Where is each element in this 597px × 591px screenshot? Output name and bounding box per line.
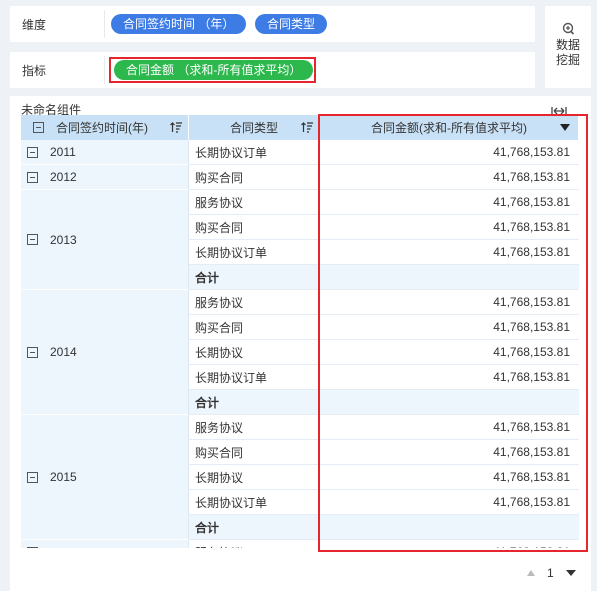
- value-cell: 41,768,153.81: [320, 440, 579, 465]
- pivot-table: 合同签约时间(年) 合同类型 合同金额(求和-所有值求平均) 2011 长期协议订…: [21, 115, 579, 548]
- value-cell: 41,768,153.81: [320, 490, 579, 515]
- type-cell: 购买合同: [189, 215, 320, 240]
- metric-field-amount[interactable]: 合同金额 （求和-所有值求平均）: [114, 60, 314, 80]
- type-cell: 服务协议: [189, 290, 320, 315]
- header-year-label: 合同签约时间(年): [56, 121, 148, 135]
- year-group-cell: 2012: [21, 165, 189, 190]
- collapse-all-icon[interactable]: [33, 122, 44, 133]
- value-cell: 41,768,153.81: [320, 365, 579, 390]
- header-year[interactable]: 合同签约时间(年): [21, 115, 189, 140]
- collapse-icon[interactable]: [27, 546, 38, 548]
- type-cell: 服务协议: [189, 540, 320, 548]
- type-cell: 购买合同: [189, 165, 320, 190]
- sort-icon[interactable]: [170, 122, 182, 133]
- prev-page-icon[interactable]: [527, 570, 535, 576]
- type-cell: 购买合同: [189, 315, 320, 340]
- collapse-icon[interactable]: [27, 146, 38, 158]
- value-cell: 41,768,153.81: [320, 540, 579, 548]
- type-cell: 长期协议: [189, 465, 320, 490]
- value-cell: 41,768,153.81: [320, 140, 579, 165]
- type-cell: 购买合同: [189, 440, 320, 465]
- type-cell: 长期协议订单: [189, 490, 320, 515]
- year-label: 2015: [50, 470, 77, 484]
- subtotal-value: [320, 515, 579, 540]
- value-cell: 41,768,153.81: [320, 465, 579, 490]
- page-dropdown-icon[interactable]: [565, 570, 576, 576]
- value-cell: 41,768,153.81: [320, 240, 579, 265]
- value-cell: 41,768,153.81: [320, 340, 579, 365]
- value-cell: 41,768,153.81: [320, 290, 579, 315]
- header-value[interactable]: 合同金额(求和-所有值求平均): [320, 115, 579, 140]
- value-cell: 41,768,153.81: [320, 165, 579, 190]
- data-mining-label: 数据挖掘: [555, 38, 580, 67]
- year-label: 2012: [50, 170, 77, 184]
- type-cell: 长期协议: [189, 340, 320, 365]
- metric-label: 指标: [22, 63, 47, 78]
- value-cell: 41,768,153.81: [320, 215, 579, 240]
- value-cell: 41,768,153.81: [320, 415, 579, 440]
- header-type-label: 合同类型: [229, 121, 278, 135]
- subtotal-value: [320, 265, 579, 290]
- year-label: 2011: [50, 145, 76, 159]
- subtotal-label: 合计: [189, 390, 320, 415]
- dimension-panel: 维度 合同签约时间 （年） 合同类型: [10, 6, 535, 42]
- data-mining-button[interactable]: 数据挖掘: [545, 6, 591, 88]
- year-group-cell: [21, 540, 189, 548]
- data-mining-icon: [562, 22, 575, 35]
- dimension-field-type[interactable]: 合同类型: [255, 14, 328, 34]
- pager: 1: [527, 566, 576, 580]
- year-group-cell: 2011: [21, 140, 189, 165]
- type-cell: 服务协议: [189, 415, 320, 440]
- collapse-icon[interactable]: [27, 471, 38, 483]
- value-cell: 41,768,153.81: [320, 315, 579, 340]
- type-cell: 服务协议: [189, 190, 320, 215]
- year-label: 2014: [50, 345, 77, 359]
- collapse-icon[interactable]: [27, 234, 38, 245]
- year-group-cell: 2015: [21, 415, 189, 540]
- header-value-label: 合同金额(求和-所有值求平均): [371, 121, 527, 135]
- year-group-cell: 2014: [21, 290, 189, 415]
- year-label: 2013: [50, 232, 77, 247]
- dimension-label: 维度: [22, 17, 47, 32]
- dimension-field-year[interactable]: 合同签约时间 （年）: [111, 14, 247, 34]
- type-cell: 长期协议订单: [189, 240, 320, 265]
- collapse-icon[interactable]: [27, 346, 38, 358]
- type-cell: 长期协议订单: [189, 365, 320, 390]
- value-cell: 41,768,153.81: [320, 190, 579, 215]
- year-group-cell: 2013: [21, 190, 189, 290]
- type-cell: 长期协议订单: [189, 140, 320, 165]
- sort-icon[interactable]: [301, 122, 313, 133]
- subtotal-label: 合计: [189, 515, 320, 540]
- subtotal-label: 合计: [189, 265, 320, 290]
- metric-panel: 指标 合同金额 （求和-所有值求平均）: [10, 52, 535, 88]
- divider: [104, 56, 105, 84]
- dropdown-caret-icon[interactable]: [560, 124, 570, 131]
- collapse-icon[interactable]: [27, 171, 38, 183]
- subtotal-value: [320, 390, 579, 415]
- page-number: 1: [547, 566, 554, 580]
- header-type[interactable]: 合同类型: [189, 115, 320, 140]
- divider: [104, 10, 105, 38]
